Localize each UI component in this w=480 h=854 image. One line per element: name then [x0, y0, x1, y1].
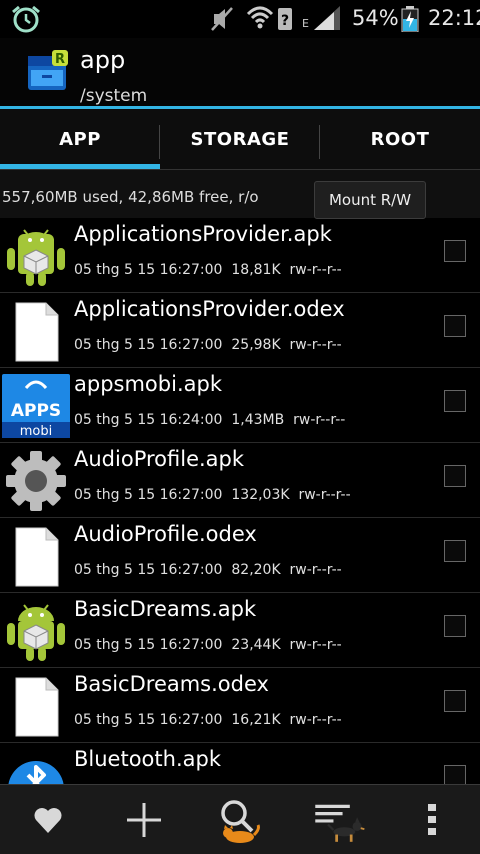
wifi-icon — [246, 6, 274, 29]
select-checkbox[interactable] — [444, 240, 466, 262]
tab-bar: APP STORAGE ROOT — [0, 109, 480, 170]
android-apk-icon — [7, 229, 65, 286]
list-item[interactable]: ApplicationsProvider.apk 05 thg 5 15 16:… — [0, 218, 480, 293]
sort-button[interactable] — [308, 795, 368, 845]
file-name: BasicDreams.odex — [74, 672, 269, 696]
svg-text:mobi: mobi — [20, 424, 52, 438]
root-explorer-app-icon: R — [28, 50, 68, 90]
file-meta: 05 thg 5 15 16:27:00 18,81K rw-r--r-- — [74, 262, 342, 278]
file-name: appsmobi.apk — [74, 372, 222, 396]
favorites-button[interactable] — [18, 795, 78, 845]
network-type-label: E — [302, 17, 309, 30]
select-checkbox[interactable] — [444, 690, 466, 712]
svg-text:?: ? — [281, 13, 289, 29]
mute-icon — [211, 7, 233, 31]
favorite-heart-icon — [34, 808, 62, 833]
file-icon — [15, 677, 59, 737]
dog-sprite-icon — [327, 817, 365, 842]
battery-charging-icon — [401, 6, 419, 32]
add-plus-icon — [127, 803, 161, 837]
status-icons: ? E — [211, 6, 340, 31]
select-checkbox[interactable] — [444, 765, 466, 785]
file-icon — [15, 527, 59, 587]
list-item[interactable]: AudioProfile.odex 05 thg 5 15 16:27:00 8… — [0, 518, 480, 593]
overflow-menu-button[interactable] — [402, 795, 462, 845]
cat-sprite-icon — [223, 824, 260, 843]
mount-rw-button[interactable]: Mount R/W — [314, 181, 426, 219]
folder-title: app — [80, 46, 126, 74]
select-checkbox[interactable] — [444, 315, 466, 337]
settings-gear-icon — [6, 451, 66, 511]
file-meta: 05 thg 5 15 16:24:00 1,43MB rw-r--r-- — [74, 412, 346, 428]
search-button[interactable] — [208, 795, 268, 845]
file-name: ApplicationsProvider.odex — [74, 297, 345, 321]
svg-text:R: R — [55, 52, 65, 67]
signal-icon — [314, 6, 340, 30]
bottom-action-bar — [0, 784, 480, 854]
sim-unknown-icon: ? — [278, 8, 292, 30]
file-meta: 05 thg 5 15 16:27:00 23,44K rw-r--r-- — [74, 637, 342, 653]
folder-path: /system — [80, 86, 148, 106]
app-header: R app /system — [0, 38, 480, 108]
list-item[interactable]: AudioProfile.apk 05 thg 5 15 16:27:00 13… — [0, 443, 480, 518]
file-name: AudioProfile.odex — [74, 522, 257, 546]
overflow-menu-icon — [428, 804, 436, 835]
sort-icon — [315, 804, 365, 842]
file-meta: 05 thg 5 15 16:27:00 132,03K rw-r--r-- — [74, 487, 351, 503]
tab-storage[interactable]: STORAGE — [160, 109, 320, 170]
tab-root[interactable]: ROOT — [320, 109, 480, 170]
add-button[interactable] — [114, 795, 174, 845]
file-name: ApplicationsProvider.apk — [74, 222, 332, 246]
select-checkbox[interactable] — [444, 540, 466, 562]
tab-app[interactable]: APP — [0, 109, 160, 170]
search-icon — [221, 800, 260, 843]
file-icon — [15, 302, 59, 362]
list-item[interactable]: Bluetooth.apk — [0, 743, 480, 785]
select-checkbox[interactable] — [444, 390, 466, 412]
list-item[interactable]: BasicDreams.apk 05 thg 5 15 16:27:00 23,… — [0, 593, 480, 668]
select-checkbox[interactable] — [444, 615, 466, 637]
file-meta: 05 thg 5 15 16:27:00 82,20K rw-r--r-- — [74, 562, 342, 578]
file-meta: 05 thg 5 15 16:27:00 25,98K rw-r--r-- — [74, 337, 342, 353]
storage-info-text: 557,60MB used, 42,86MB free, r/o — [2, 188, 259, 206]
svg-text:APPS: APPS — [11, 401, 61, 421]
android-apk-icon — [7, 604, 65, 661]
file-meta: 05 thg 5 15 16:27:00 16,21K rw-r--r-- — [74, 712, 342, 728]
file-list: ApplicationsProvider.apk 05 thg 5 15 16:… — [0, 218, 480, 785]
select-checkbox[interactable] — [444, 465, 466, 487]
alarm-clock-icon — [12, 5, 40, 33]
list-item[interactable]: BasicDreams.odex 05 thg 5 15 16:27:00 16… — [0, 668, 480, 743]
file-name: AudioProfile.apk — [74, 447, 245, 471]
file-name: BasicDreams.apk — [74, 597, 257, 621]
appsmobi-icon: APPS mobi — [2, 374, 70, 438]
clock: 22:12 — [428, 6, 480, 30]
status-bar: ? E 54% 22:12 — [0, 0, 480, 38]
file-name: Bluetooth.apk — [74, 747, 221, 771]
battery-percent: 54% — [352, 6, 399, 30]
list-item[interactable]: ApplicationsProvider.odex 05 thg 5 15 16… — [0, 293, 480, 368]
list-item[interactable]: APPS mobi appsmobi.apk 05 thg 5 15 16:24… — [0, 368, 480, 443]
bluetooth-icon — [8, 761, 64, 785]
